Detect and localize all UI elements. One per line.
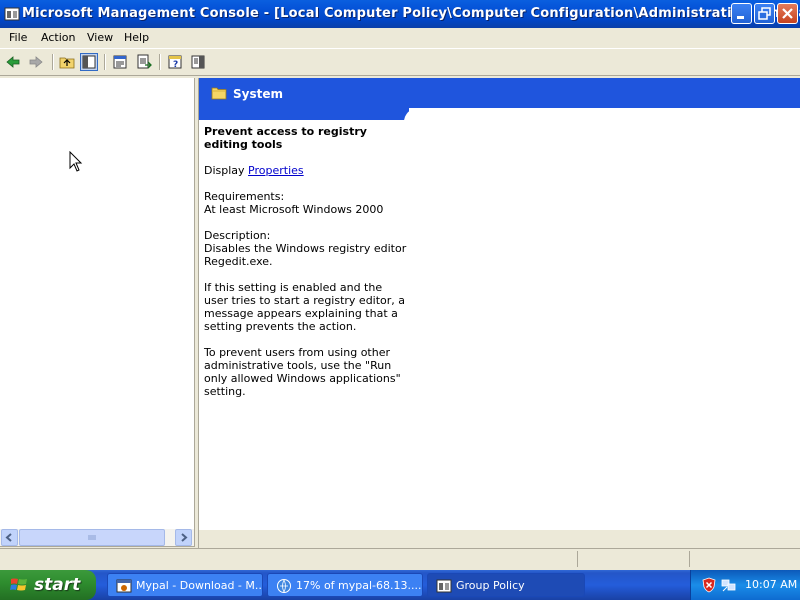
mmc-icon — [436, 579, 452, 593]
toolbar-separator — [104, 54, 106, 70]
start-label: start — [34, 575, 81, 595]
section-banner: System — [199, 78, 800, 120]
show-hide-tree-icon — [82, 55, 96, 69]
restore-button[interactable] — [754, 3, 775, 24]
taskbar: start Mypal - Download - M... 17% of myp… — [0, 570, 800, 600]
taskbar-button-mypal[interactable]: Mypal - Download - M... — [107, 573, 263, 597]
restore-icon — [758, 7, 771, 20]
taskbar-button-group-policy[interactable]: Group Policy — [427, 573, 585, 597]
start-button[interactable]: start — [0, 570, 96, 600]
toolbar-separator — [159, 54, 161, 70]
clock[interactable]: 10:07 AM — [745, 578, 797, 591]
close-icon — [782, 8, 793, 19]
up-folder-icon[interactable] — [58, 53, 76, 71]
description-text-1: Disables the Windows registry editor Reg… — [204, 242, 407, 268]
display-label: Display — [204, 164, 245, 177]
task-label: Mypal - Download - M... — [136, 579, 261, 592]
task-label: 17% of mypal-68.13.... — [296, 579, 421, 592]
show-hide-action-pane-icon[interactable] — [189, 53, 207, 71]
minimize-button[interactable] — [731, 3, 752, 24]
properties-icon[interactable] — [111, 53, 129, 71]
mypal-icon — [116, 579, 132, 593]
display-line: Display Properties — [204, 164, 409, 177]
scroll-thumb[interactable] — [19, 529, 165, 546]
requirements-value: At least Microsoft Windows 2000 — [204, 203, 384, 216]
menu-action[interactable]: Action — [41, 31, 75, 44]
mouse-cursor-icon — [69, 151, 83, 172]
show-hide-tree-button[interactable] — [80, 53, 98, 71]
description-text-2: If this setting is enabled and the user … — [204, 281, 406, 333]
chevron-right-icon — [181, 533, 188, 542]
menu-bar: File Action View Help — [0, 28, 800, 47]
status-bar — [0, 548, 800, 571]
properties-link[interactable]: Properties — [248, 164, 304, 177]
menu-file[interactable]: File — [9, 31, 27, 44]
forward-arrow-icon[interactable] — [27, 53, 45, 71]
svg-text:?: ? — [173, 60, 178, 70]
banner-curve — [404, 108, 800, 124]
toolbar-separator — [52, 54, 54, 70]
folder-icon — [211, 87, 227, 100]
setting-title: Prevent access to registry editing tools — [204, 125, 367, 151]
menu-help[interactable]: Help — [124, 31, 149, 44]
requirements-label: Requirements: — [204, 190, 285, 203]
status-divider — [689, 551, 691, 567]
details-pane: System Prevent access to registry editin… — [198, 78, 800, 530]
status-divider — [577, 551, 579, 567]
chevron-left-icon — [5, 533, 12, 542]
network-icon[interactable] — [721, 577, 737, 593]
export-list-icon[interactable] — [135, 53, 153, 71]
title-bar[interactable]: Microsoft Management Console - [Local Co… — [0, 0, 800, 28]
mmc-app-icon[interactable] — [4, 6, 20, 22]
section-title: System — [233, 87, 283, 101]
download-icon — [277, 579, 291, 593]
minimize-icon — [737, 16, 744, 19]
back-arrow-icon[interactable] — [4, 53, 22, 71]
grip-icon — [88, 535, 96, 540]
window-title: Microsoft Management Console - [Local Co… — [22, 6, 800, 21]
banner-tab — [199, 108, 409, 120]
menu-view[interactable]: View — [87, 31, 113, 44]
details-tab-strip — [198, 530, 800, 548]
task-label: Group Policy — [456, 579, 525, 592]
description-block: Description: Disables the Windows registr… — [204, 229, 409, 268]
setting-description: Prevent access to registry editing tools… — [204, 125, 409, 411]
console-tree-pane[interactable] — [0, 78, 195, 547]
taskbar-button-download[interactable]: 17% of mypal-68.13.... — [267, 573, 423, 597]
toolbar: ? — [0, 48, 800, 76]
security-shield-icon[interactable] — [701, 577, 717, 593]
system-tray: 10:07 AM — [690, 570, 800, 600]
help-icon[interactable]: ? — [166, 53, 184, 71]
scroll-left-button[interactable] — [1, 529, 18, 546]
tree-horizontal-scrollbar[interactable] — [0, 529, 194, 546]
windows-logo-icon — [10, 578, 27, 591]
scroll-right-button[interactable] — [175, 529, 192, 546]
description-label: Description: — [204, 229, 271, 242]
requirements-block: Requirements: At least Microsoft Windows … — [204, 190, 409, 216]
close-button[interactable] — [777, 3, 798, 24]
description-text-3: To prevent users from using other admini… — [204, 346, 401, 398]
